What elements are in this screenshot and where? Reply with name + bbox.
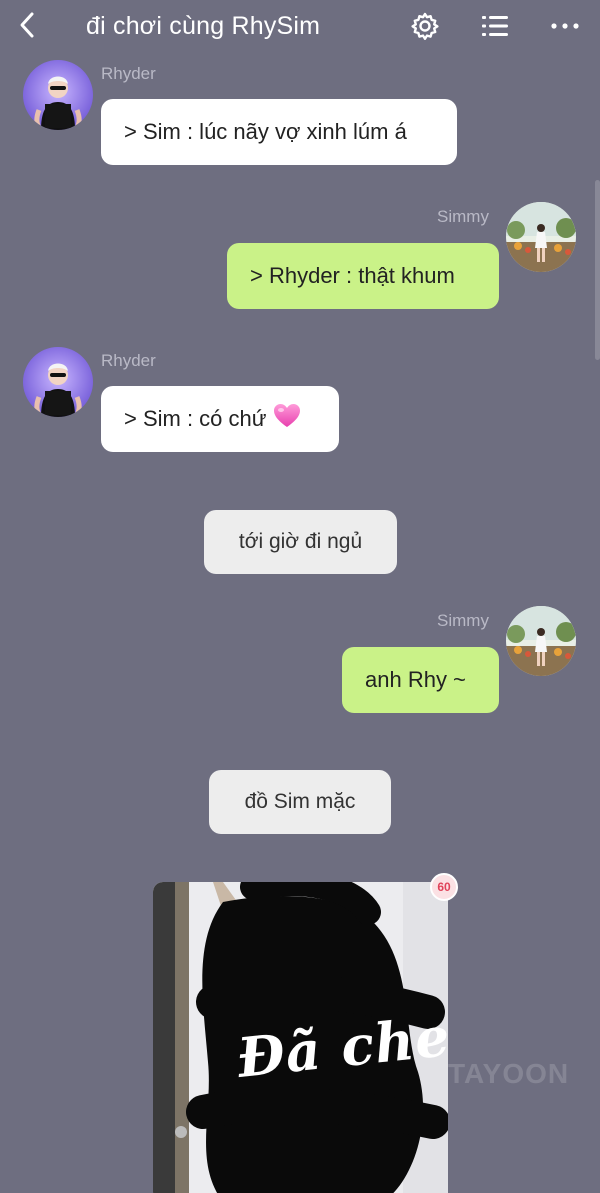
list-icon[interactable]	[477, 8, 513, 44]
message-bubble[interactable]: > Sim : lúc nãy vợ xinh lúm á	[101, 99, 457, 165]
system-message: đồ Sim mặc	[209, 770, 391, 834]
sender-name: Rhyder	[101, 351, 156, 370]
sender-name: Rhyder	[101, 64, 156, 83]
message-text: anh Rhy ~	[365, 667, 466, 692]
message-bubble[interactable]: > Sim : có chứ	[101, 386, 339, 452]
avatar-simmy[interactable]	[506, 606, 576, 676]
sender-name: Simmy	[437, 611, 489, 630]
message-bubble[interactable]: > Rhyder : thật khum	[227, 243, 499, 309]
system-message: tới giờ đi ngủ	[204, 510, 397, 574]
system-message-text: đồ Sim mặc	[244, 790, 356, 813]
avatar-simmy[interactable]	[506, 202, 576, 272]
message-text: > Sim : lúc nãy vợ xinh lúm á	[124, 119, 407, 144]
scrollbar[interactable]	[595, 180, 600, 360]
gear-icon[interactable]	[407, 8, 443, 44]
system-message-text: tới giờ đi ngủ	[238, 530, 363, 553]
chat-title: đi chơi cùng RhySim	[86, 12, 321, 40]
message-text: > Rhyder : thật khum	[250, 263, 455, 288]
watermark: TAYOON	[448, 1058, 570, 1089]
avatar-rhyder[interactable]	[23, 60, 93, 130]
avatar-rhyder[interactable]	[23, 347, 93, 417]
message-bubble[interactable]: anh Rhy ~	[342, 647, 499, 713]
more-icon[interactable]	[547, 8, 583, 44]
pink-heart-icon	[273, 403, 301, 435]
message-text: > Sim : có chứ	[124, 406, 267, 431]
image-badge: 60	[430, 873, 458, 901]
sender-name: Simmy	[437, 207, 489, 226]
back-arrow-icon[interactable]	[10, 8, 44, 42]
top-bar: đi chơi cùng RhySim	[0, 0, 600, 56]
